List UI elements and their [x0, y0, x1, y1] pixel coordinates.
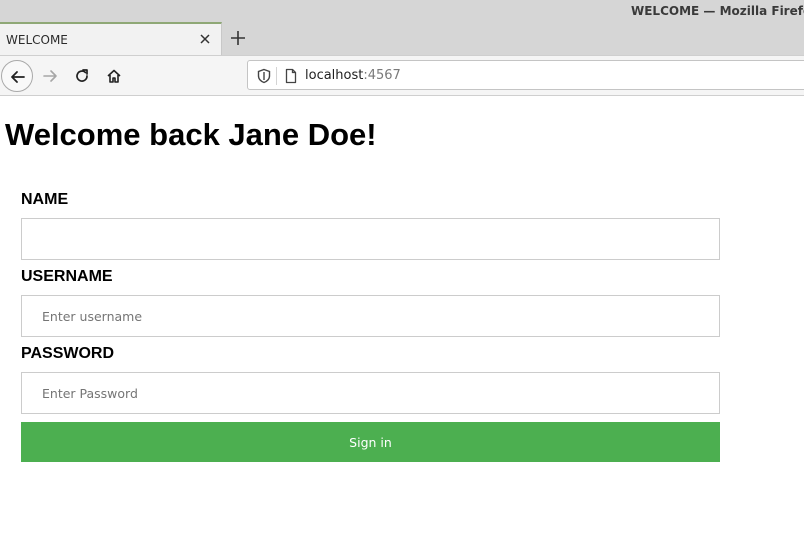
reload-icon [76, 69, 88, 82]
name-label: NAME [21, 191, 69, 208]
back-button[interactable] [1, 60, 33, 92]
window-title: WELCOME — Mozilla Firefox [631, 4, 804, 18]
shield-icon[interactable] [257, 68, 271, 88]
reload-button[interactable] [66, 60, 98, 92]
address-divider [276, 67, 277, 85]
password-label: PASSWORD [21, 345, 115, 362]
navigation-toolbar: localhost:4567 [0, 55, 804, 96]
tab-welcome[interactable]: WELCOME [0, 22, 222, 55]
url-host: localhost [305, 68, 364, 83]
page-heading: Welcome back Jane Doe! [5, 117, 377, 152]
page-icon[interactable] [285, 68, 297, 88]
page-content: Welcome back Jane Doe! NAME USERNAME PAS… [0, 96, 804, 549]
tab-strip: WELCOME [0, 22, 804, 55]
username-label: USERNAME [21, 268, 113, 285]
sign-in-button[interactable]: Sign in [21, 422, 720, 462]
plus-icon[interactable] [228, 28, 248, 48]
tab-title: WELCOME [6, 33, 68, 47]
home-icon [107, 69, 121, 83]
home-button[interactable] [98, 60, 130, 92]
password-input[interactable] [21, 372, 720, 414]
url-text[interactable]: localhost:4567 [305, 68, 401, 83]
arrow-left-icon [11, 71, 25, 83]
name-input[interactable] [21, 218, 720, 260]
username-input[interactable] [21, 295, 720, 337]
arrow-right-icon [43, 70, 57, 82]
address-bar[interactable]: localhost:4567 [247, 60, 804, 90]
url-port: :4567 [363, 68, 401, 83]
close-icon[interactable] [197, 31, 213, 47]
forward-button[interactable] [34, 60, 66, 92]
window-titlebar: WELCOME — Mozilla Firefox [0, 0, 804, 24]
